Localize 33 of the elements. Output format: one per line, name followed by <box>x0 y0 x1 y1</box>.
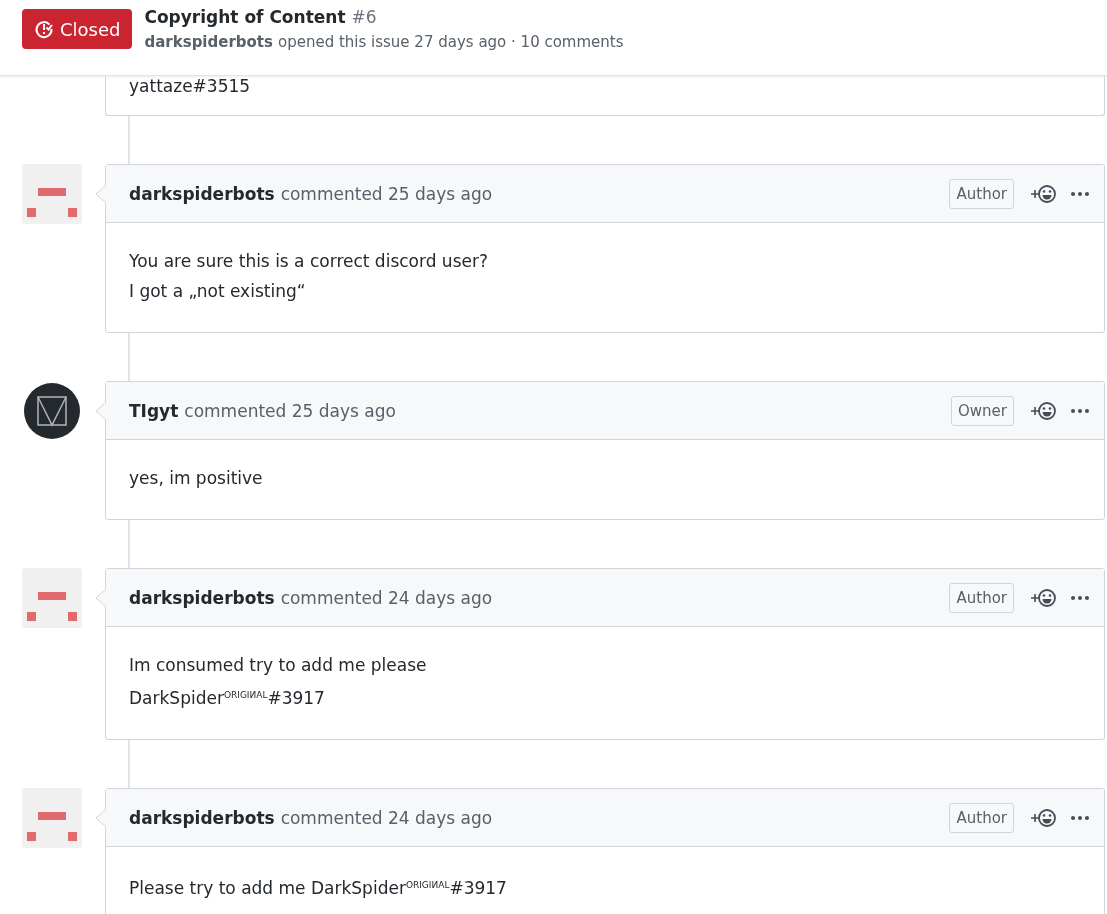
issue-author-link[interactable]: darkspiderbots <box>144 33 273 51</box>
more-options-icon[interactable] <box>1070 814 1090 821</box>
issue-title: Copyright of Content #6 <box>144 7 378 27</box>
role-label: Author <box>949 582 1014 613</box>
status-badge: Closed <box>22 9 133 49</box>
comment-author-link[interactable]: darkspiderbots <box>129 587 275 608</box>
more-options-icon[interactable] <box>1070 407 1090 414</box>
comment-time: commented 24 days ago <box>280 587 494 608</box>
comment-text: yattaze#3515 <box>129 76 252 96</box>
comment-author-link[interactable]: TIgyt <box>129 400 179 421</box>
comment-text: Im consumed try to add me please <box>129 654 428 677</box>
avatar[interactable] <box>22 381 82 441</box>
comment-time: commented 24 days ago <box>280 807 494 828</box>
more-options-icon[interactable] <box>1070 190 1090 197</box>
add-reaction-icon[interactable] <box>1030 586 1056 609</box>
add-reaction-icon[interactable] <box>1030 399 1056 422</box>
more-options-icon[interactable] <box>1070 594 1090 601</box>
comment-text: DarkSpider$^{ORIGIИAL}$#3917 <box>129 687 326 710</box>
role-label: Author <box>949 802 1014 833</box>
role-label: Author <box>949 178 1014 209</box>
comment-text: Please try to add me DarkSpider$^{ORIGIИAL}$#3917 <box>129 877 508 900</box>
role-label: Owner <box>951 395 1014 426</box>
add-reaction-icon[interactable] <box>1030 182 1056 205</box>
comment-text: You are sure this is a correct discord user? <box>129 250 489 273</box>
closed-issue-icon <box>34 19 54 39</box>
issue-meta: opened this issue 27 days ago · 10 comments <box>277 33 624 51</box>
comment-time: commented 25 days ago <box>280 183 494 204</box>
comment-text: yes, im positive <box>129 467 264 490</box>
comment-author-link[interactable]: darkspiderbots <box>129 807 275 828</box>
add-reaction-icon[interactable] <box>1030 806 1056 829</box>
comment-text: I got a „not existing“ <box>129 280 307 303</box>
comment-time: commented 25 days ago <box>184 400 397 421</box>
comment-author-link[interactable]: darkspiderbots <box>129 183 275 204</box>
